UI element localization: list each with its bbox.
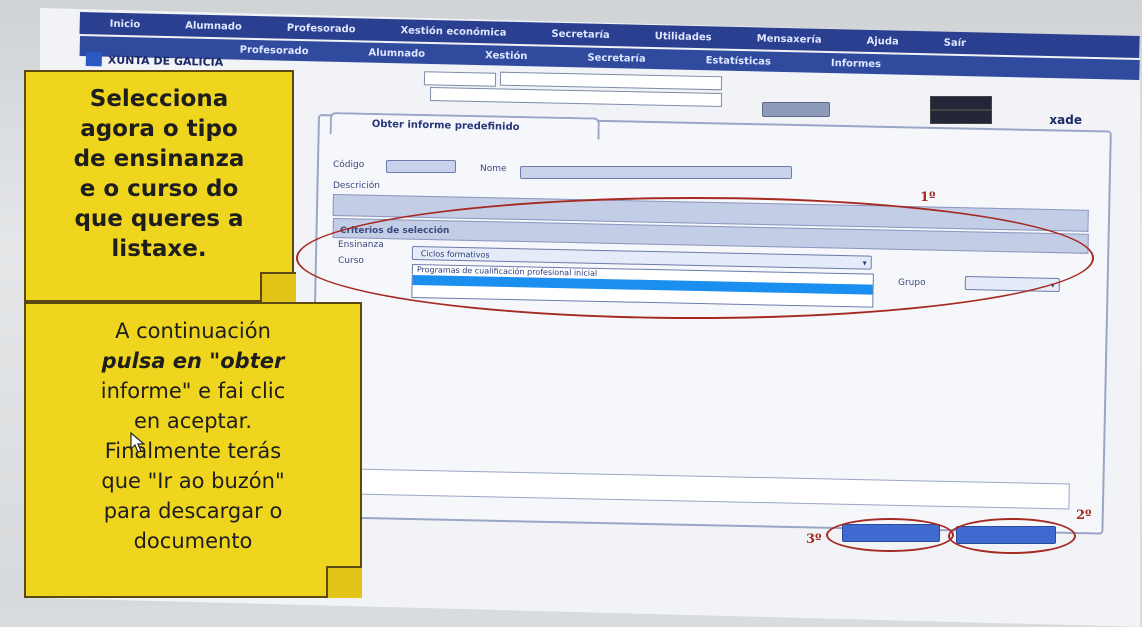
note-line: e o curso do [79, 176, 239, 202]
menu-item[interactable]: Alumnado [185, 20, 242, 32]
submenu-item[interactable]: Estatísticas [706, 55, 772, 67]
menu-item[interactable]: Saír [944, 37, 967, 49]
submenu-item[interactable]: Xestión [485, 50, 528, 62]
instruction-note-1: Selecciona agora o tipo de ensinanza e o… [24, 70, 294, 302]
note-line: pulsa en "obter [101, 349, 285, 373]
nome-field[interactable] [520, 166, 792, 179]
centro-field[interactable] [423, 71, 497, 87]
submenu-item[interactable]: Alumnado [368, 47, 425, 59]
submenu-item[interactable]: Informes [831, 58, 881, 70]
menu-item[interactable]: Ajuda [866, 35, 898, 47]
aceptar-button-ellipse [948, 518, 1076, 554]
codigo-field[interactable] [386, 160, 456, 173]
menu-item[interactable]: Inicio [110, 18, 141, 30]
note-line: que "Ir ao buzón" [101, 469, 285, 493]
note-line: informe" e fai clic [100, 379, 286, 403]
note-line: Selecciona [89, 86, 229, 112]
submenu-item[interactable]: Profesorado [240, 44, 309, 57]
menu-item[interactable]: Mensaxería [757, 33, 822, 45]
note-line: A continuación [115, 319, 271, 343]
menu-item[interactable]: Utilidades [655, 31, 712, 43]
note-line: que queres a [74, 206, 244, 232]
date-field[interactable] [762, 102, 830, 117]
xunta-logo-icon [85, 52, 102, 67]
menu-item[interactable]: Profesorado [287, 22, 356, 35]
obter-button-ellipse [826, 518, 954, 552]
step-2-mark: 2º [1076, 508, 1092, 523]
note-fold-icon [260, 272, 296, 304]
academic-year-field[interactable] [930, 96, 992, 110]
work-year-field[interactable] [930, 110, 992, 124]
note-line: agora o tipo [80, 116, 238, 142]
note-line: Finalmente terás [104, 439, 282, 463]
codigo-label: Código [333, 160, 365, 170]
step-3-mark: 3º [806, 532, 822, 547]
note-line: de ensinanza [73, 146, 245, 172]
instruction-note-2: A continuación pulsa en "obter informe" … [24, 302, 362, 598]
submenu-item[interactable]: Secretaría [587, 52, 646, 64]
menu-item[interactable]: Secretaría [551, 28, 610, 40]
step-1-mark: 1º [920, 190, 936, 205]
note-line: para descargar o [103, 499, 283, 523]
note-line: en aceptar. [133, 409, 253, 433]
brand: XUNTA DE GALICIA [85, 52, 224, 69]
nome-label: Nome [480, 164, 507, 174]
selection-ellipse [296, 197, 1094, 319]
note-fold-icon [326, 566, 362, 598]
username-label: xade [1049, 113, 1082, 127]
descricion-label: Descrición [333, 181, 380, 191]
menu-item[interactable]: Xestión económica [400, 25, 506, 38]
note-line: listaxe. [111, 236, 207, 262]
note-line: documento [133, 529, 253, 553]
brand-name: XUNTA DE GALICIA [107, 52, 224, 69]
